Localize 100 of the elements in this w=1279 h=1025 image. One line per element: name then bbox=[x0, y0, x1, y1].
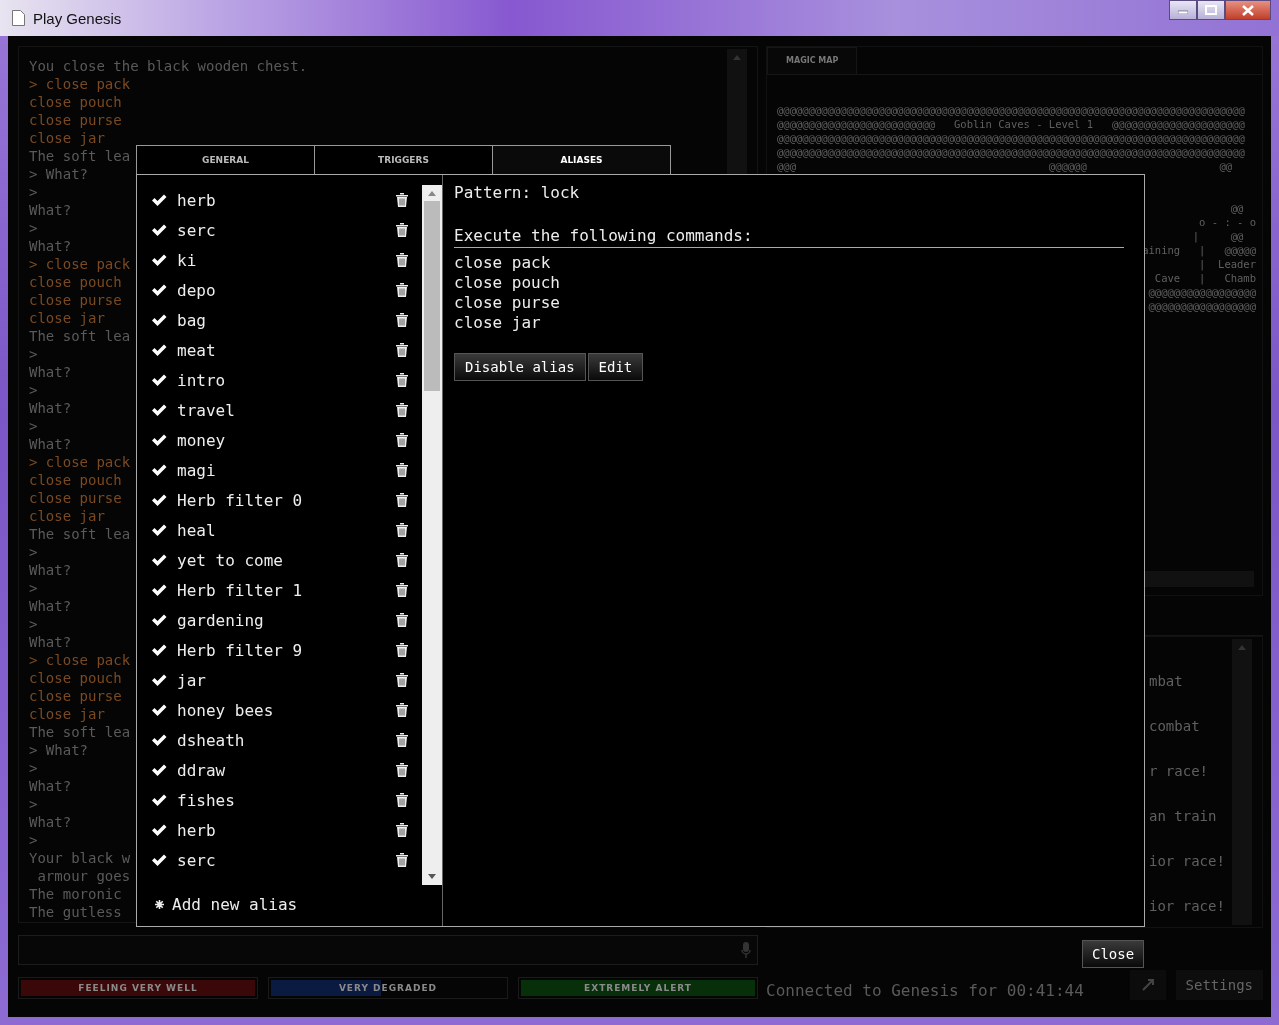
scrollbar[interactable] bbox=[1232, 639, 1252, 925]
alias-name[interactable]: magi bbox=[177, 460, 386, 480]
check-icon[interactable] bbox=[151, 343, 167, 357]
alias-name[interactable]: serc bbox=[177, 850, 386, 870]
settings-tab[interactable]: GENERAL bbox=[136, 145, 315, 174]
log-line: close jar bbox=[29, 507, 105, 525]
alias-name[interactable]: Herb filter 1 bbox=[177, 580, 386, 600]
trash-icon[interactable] bbox=[396, 433, 408, 447]
trash-icon[interactable] bbox=[396, 343, 408, 357]
alias-name[interactable]: ddraw bbox=[177, 760, 386, 780]
close-icon[interactable] bbox=[1242, 4, 1254, 16]
scrollbar[interactable] bbox=[422, 185, 442, 885]
map-row-text: @@ bbox=[1229, 201, 1245, 215]
check-icon[interactable] bbox=[151, 253, 167, 267]
log-line: What? bbox=[29, 237, 72, 255]
scrollbar-thumb[interactable] bbox=[424, 201, 440, 391]
trash-icon[interactable] bbox=[396, 613, 408, 627]
alias-name[interactable]: intro bbox=[177, 370, 386, 390]
trash-icon[interactable] bbox=[396, 463, 408, 477]
check-icon[interactable] bbox=[151, 313, 167, 327]
check-icon[interactable] bbox=[151, 373, 167, 387]
trash-icon[interactable] bbox=[396, 283, 408, 297]
check-icon[interactable] bbox=[151, 223, 167, 237]
check-icon[interactable] bbox=[151, 433, 167, 447]
check-icon[interactable] bbox=[151, 643, 167, 657]
alias-name[interactable]: herb bbox=[177, 190, 386, 210]
trash-icon[interactable] bbox=[396, 403, 408, 417]
alias-action-button[interactable]: Disable alias bbox=[454, 353, 586, 381]
check-icon[interactable] bbox=[151, 703, 167, 717]
check-icon[interactable] bbox=[151, 283, 167, 297]
scroll-down-icon[interactable] bbox=[427, 873, 437, 881]
check-icon[interactable] bbox=[151, 403, 167, 417]
maximize-button[interactable] bbox=[1197, 0, 1225, 20]
alias-name[interactable]: bag bbox=[177, 310, 386, 330]
check-icon[interactable] bbox=[151, 733, 167, 747]
alias-name[interactable]: herb bbox=[177, 820, 386, 840]
check-icon[interactable] bbox=[151, 493, 167, 507]
close-button[interactable]: Close bbox=[1082, 940, 1145, 968]
add-alias-button[interactable]: Add new alias bbox=[172, 895, 298, 914]
alias-name[interactable]: Herb filter 9 bbox=[177, 640, 386, 660]
check-icon[interactable] bbox=[151, 853, 167, 867]
check-icon[interactable] bbox=[151, 823, 167, 837]
trash-icon[interactable] bbox=[396, 673, 408, 687]
trash-icon[interactable] bbox=[396, 733, 408, 747]
alias-name[interactable]: gardening bbox=[177, 610, 386, 630]
log-line: close pouch bbox=[29, 471, 122, 489]
trash-icon[interactable] bbox=[396, 643, 408, 657]
command-input-field[interactable] bbox=[18, 935, 758, 965]
minimize-button[interactable] bbox=[1169, 0, 1197, 20]
trash-icon[interactable] bbox=[396, 553, 408, 567]
check-icon[interactable] bbox=[151, 583, 167, 597]
alias-name[interactable]: travel bbox=[177, 400, 386, 420]
trash-icon[interactable] bbox=[396, 763, 408, 777]
check-icon[interactable] bbox=[151, 673, 167, 687]
alias-name[interactable]: fishes bbox=[177, 790, 386, 810]
alias-action-button[interactable]: Edit bbox=[587, 353, 644, 381]
check-icon[interactable] bbox=[151, 613, 167, 627]
log-line: armour goes bbox=[36, 867, 131, 885]
log-line: The soft lea bbox=[29, 723, 131, 741]
trash-icon[interactable] bbox=[396, 193, 408, 207]
settings-tab[interactable]: ALIASES bbox=[492, 145, 671, 174]
log-line: > bbox=[29, 543, 38, 561]
check-icon[interactable] bbox=[151, 523, 167, 537]
trash-icon[interactable] bbox=[396, 793, 408, 807]
trash-icon[interactable] bbox=[396, 313, 408, 327]
log-line: What? bbox=[29, 777, 72, 795]
check-icon[interactable] bbox=[151, 193, 167, 207]
map-tab[interactable]: MAGIC MAP bbox=[767, 47, 858, 74]
log-line: The soft lea bbox=[29, 525, 131, 543]
trash-icon[interactable] bbox=[396, 703, 408, 717]
check-icon[interactable] bbox=[151, 763, 167, 777]
trash-icon[interactable] bbox=[396, 583, 408, 597]
trash-icon[interactable] bbox=[396, 373, 408, 387]
alias-name[interactable]: honey bees bbox=[177, 700, 386, 720]
trash-icon[interactable] bbox=[396, 493, 408, 507]
log-line: The soft lea bbox=[29, 147, 131, 165]
alias-name[interactable]: ki bbox=[177, 250, 386, 270]
close-button[interactable] bbox=[1225, 0, 1271, 20]
trash-icon[interactable] bbox=[396, 823, 408, 837]
alias-name[interactable]: heal bbox=[177, 520, 386, 540]
alias-name[interactable]: yet to come bbox=[177, 550, 386, 570]
check-icon[interactable] bbox=[151, 793, 167, 807]
trash-icon[interactable] bbox=[396, 523, 408, 537]
log-line: close jar bbox=[29, 705, 105, 723]
trash-icon[interactable] bbox=[396, 223, 408, 237]
trash-icon[interactable] bbox=[396, 253, 408, 267]
plus-icon[interactable] bbox=[155, 900, 164, 909]
log-line: The soft lea bbox=[29, 327, 131, 345]
check-icon[interactable] bbox=[151, 463, 167, 477]
alias-name[interactable]: depo bbox=[177, 280, 386, 300]
check-icon[interactable] bbox=[151, 553, 167, 567]
alias-name[interactable]: Herb filter 0 bbox=[177, 490, 386, 510]
alias-name[interactable]: dsheath bbox=[177, 730, 386, 750]
scroll-up-icon[interactable] bbox=[427, 189, 437, 197]
alias-name[interactable]: jar bbox=[177, 670, 386, 690]
settings-tab[interactable]: TRIGGERS bbox=[314, 145, 493, 174]
alias-name[interactable]: serc bbox=[177, 220, 386, 240]
alias-name[interactable]: money bbox=[177, 430, 386, 450]
alias-name[interactable]: meat bbox=[177, 340, 386, 360]
trash-icon[interactable] bbox=[396, 853, 408, 867]
